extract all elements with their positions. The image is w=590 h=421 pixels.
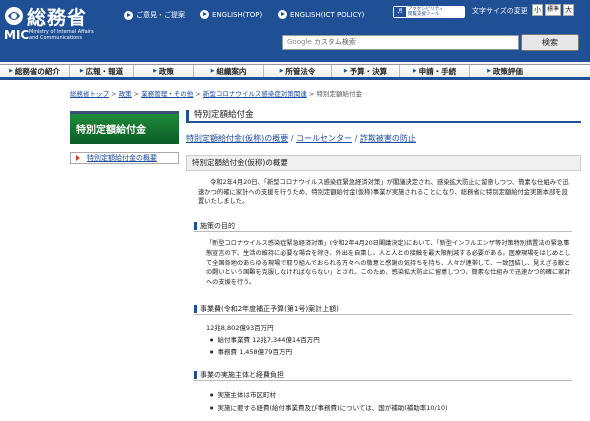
- budget-heading: 事業費(令和2年度補正予算(第1号)案計上額): [194, 304, 572, 315]
- intro-paragraph: 令和2年4月20日、「新型コロナウイルス感染症緊急経済対策」が閣議決定され、感染…: [198, 179, 569, 205]
- triangle-icon: ▶: [153, 68, 157, 74]
- main-content: 特別定額給付金 特別定額給付金(仮称)の概要 / コールセンター / 詐欺被害の…: [186, 107, 581, 421]
- list-item: 実施主体は市区町村: [210, 389, 277, 399]
- section-title: 特別定額給付金(仮称)の概要: [186, 155, 581, 171]
- mic-emblem-icon: [5, 7, 23, 25]
- english-top-link[interactable]: ENGLISH(TOP): [200, 10, 262, 19]
- page-links: 特別定額給付金(仮称)の概要 / コールセンター / 詐欺被害の防止: [186, 134, 416, 143]
- gnav-organization[interactable]: ▶ 組織案内: [194, 65, 264, 77]
- search-input[interactable]: Google カスタム検索: [282, 35, 519, 50]
- font-size-label: 文字サイズの変更: [472, 7, 528, 15]
- link-overview[interactable]: 特別定額給付金(仮称)の概要: [186, 134, 288, 143]
- gnav-about[interactable]: ▶ 総務省の紹介: [0, 65, 70, 77]
- arrow-circle-icon: [200, 10, 209, 19]
- global-navigation: ▶ 総務省の紹介 ▶ 広報・報道 ▶ 政策 ▶ 組織案内 ▶ 所管法令 ▶ 予算・決算 ▶ 申…: [0, 64, 590, 80]
- triangle-icon: ▶: [79, 68, 84, 74]
- list-item: 事務費 1,458億79百万円: [210, 346, 292, 356]
- list-item: 実施に要する経費(給付事業費及び事務費)については、国が補助(補助率10/10): [210, 402, 448, 412]
- purpose-paragraph: 「新型コロナウイルス感染症緊急経済対策」(令和2年4月20日閣議決定)において、…: [206, 240, 571, 287]
- mic-logo[interactable]: 総務省 MIC Ministry of Internal Affairs and…: [4, 4, 112, 42]
- accessibility-tool-button[interactable]: ♬ アクセシビリティ 閲覧支援ツール: [393, 6, 465, 18]
- breadcrumb-current: 特別定額給付金: [316, 90, 362, 98]
- triangle-icon: ▶: [279, 68, 284, 74]
- link-fraud-prevention[interactable]: 詐欺被害の防止: [360, 134, 416, 143]
- implementation-heading: 事業の実施主体と経費負担: [194, 370, 572, 381]
- page-title: 特別定額給付金: [186, 110, 581, 123]
- breadcrumb-link-policy[interactable]: 政策: [119, 90, 132, 98]
- purpose-heading: 施策の目的: [194, 221, 572, 232]
- english-ict-link[interactable]: ENGLISH(ICT POLICY): [278, 10, 364, 19]
- font-size-small-button[interactable]: 小: [532, 4, 543, 16]
- triangle-icon: ▶: [9, 68, 13, 74]
- gnav-budget[interactable]: ▶ 予算・決算: [332, 65, 400, 77]
- logo-mic-text: MIC: [4, 28, 30, 42]
- triangle-icon: ▶: [210, 68, 215, 74]
- sidebar-item-overview[interactable]: 特別定額給付金の概要: [70, 152, 179, 164]
- opinion-link[interactable]: ご意見・ご提案: [124, 10, 185, 20]
- breadcrumb-link-top[interactable]: 総務省トップ: [70, 90, 109, 98]
- logo-japanese-text: 総務省: [27, 7, 88, 29]
- gnav-press[interactable]: ▶ 広報・報道: [70, 65, 134, 77]
- triangle-icon: ▶: [487, 68, 491, 74]
- link-call-center[interactable]: コールセンター: [296, 134, 352, 143]
- budget-total: 12兆8,802億93百万円: [206, 324, 274, 332]
- font-size-standard-button[interactable]: 標準: [545, 4, 561, 16]
- gnav-policy[interactable]: ▶ 政策: [134, 65, 194, 77]
- gnav-laws[interactable]: ▶ 所管法令: [264, 65, 332, 77]
- gnav-evaluation[interactable]: ▶ 政策評価: [470, 65, 540, 77]
- breadcrumb-link-management[interactable]: 業務管理・その他: [141, 90, 193, 98]
- list-item: 給付事業費 12兆7,344億14百万円: [210, 334, 320, 344]
- speaker-icon: ♬: [394, 7, 406, 17]
- arrow-circle-icon: [124, 10, 133, 20]
- gnav-applications[interactable]: ▶ 申請・手続: [400, 65, 470, 77]
- triangle-icon: ▶: [412, 68, 417, 74]
- font-size-large-button[interactable]: 大: [563, 4, 574, 16]
- breadcrumb-link-covid[interactable]: 新型コロナウイルス感染症対策関連: [203, 90, 307, 98]
- breadcrumb: 総務省トップ > 政策 > 業務管理・その他 > 新型コロナウイルス感染症対策関…: [70, 90, 362, 98]
- site-header: 総務省 MIC Ministry of Internal Affairs and…: [0, 0, 590, 62]
- sidebar-title: 特別定額給付金: [70, 111, 179, 144]
- search-button[interactable]: 検索: [521, 34, 579, 51]
- triangle-icon: ▶: [343, 68, 348, 74]
- logo-english-text: Ministry of Internal Affairs and Communi…: [29, 29, 94, 41]
- arrow-circle-icon: [278, 10, 287, 19]
